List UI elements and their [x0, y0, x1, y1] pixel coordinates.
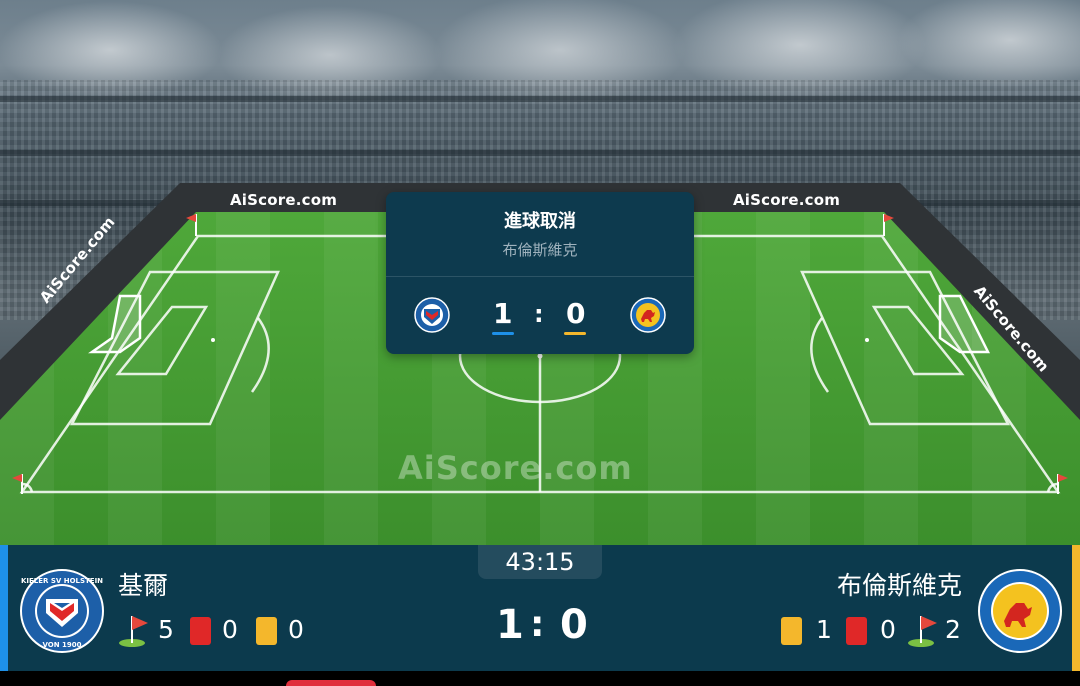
svg-text:KIELER SV HOLSTEIN: KIELER SV HOLSTEIN [21, 577, 103, 585]
svg-text:VON 1900: VON 1900 [42, 641, 81, 649]
bottom-indicator-pill [286, 680, 376, 686]
away-corners-count: 2 [945, 615, 961, 644]
away-team-name: 布倫斯維克 [836, 571, 962, 600]
popup-away-underline [564, 332, 586, 335]
home-red-cards-count: 0 [222, 615, 238, 644]
score-separator: : [530, 604, 545, 645]
home-score: 1 [496, 602, 524, 648]
home-yellow-cards-count: 0 [288, 615, 304, 644]
popup-home-score: 1 [493, 297, 513, 330]
holstein-kiel-crest-icon: KIELER SV HOLSTEIN VON 1900 [20, 569, 104, 653]
popup-score-separator: : [534, 300, 544, 328]
away-corner-flag-icon [908, 616, 937, 647]
home-yellow-card-icon [256, 617, 277, 645]
popup-divider [386, 276, 694, 277]
eintracht-braunschweig-crest-icon [978, 569, 1062, 653]
home-red-card-icon [190, 617, 211, 645]
popup-home-underline [492, 332, 514, 335]
match-tracker: AiScore.com AiScore.com AiScore.com AiSc… [0, 0, 1080, 686]
away-red-cards-count: 0 [880, 615, 896, 644]
away-yellow-cards-count: 1 [816, 615, 832, 644]
system-bottom-strip [0, 671, 1080, 686]
away-score: 0 [560, 602, 588, 648]
home-accent-edge [0, 545, 8, 671]
home-team-logo-icon [414, 297, 450, 333]
center-watermark: AiScore.com [398, 449, 633, 487]
ad-board-right-top: AiScore.com [733, 191, 841, 209]
popup-away-score: 0 [566, 297, 586, 330]
away-red-card-icon [846, 617, 867, 645]
popup-team: 布倫斯維克 [502, 241, 578, 259]
match-clock: 43:15 [478, 545, 602, 579]
home-corner-flag-icon [119, 616, 148, 647]
home-team-name: 基爾 [118, 571, 169, 600]
away-yellow-card-icon [781, 617, 802, 645]
home-corners-count: 5 [158, 615, 174, 644]
away-team-logo-icon [630, 297, 666, 333]
ad-board-left-top: AiScore.com [230, 191, 338, 209]
goal-cancelled-popup: 進球取消 布倫斯維克 1 : 0 [386, 192, 694, 354]
popup-title: 進球取消 [504, 211, 576, 232]
away-accent-edge [1072, 545, 1080, 671]
